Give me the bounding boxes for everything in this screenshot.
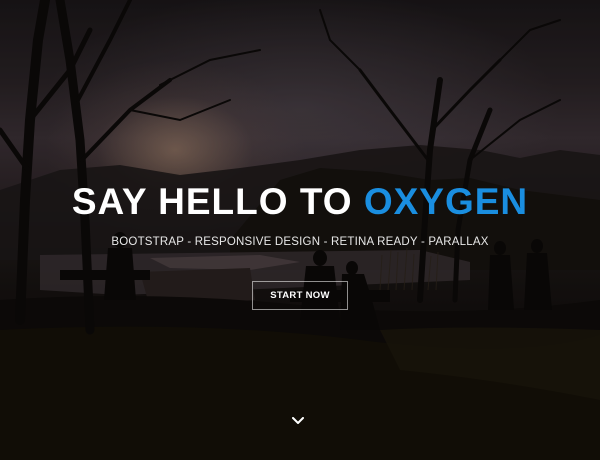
chevron-down-icon <box>292 417 304 424</box>
dark-overlay <box>0 0 600 460</box>
hero-tagline: BOOTSTRAP - RESPONSIVE DESIGN - RETINA R… <box>111 236 489 248</box>
scroll-down-button[interactable] <box>290 414 306 428</box>
hero-headline: SAY HELLO TO OXYGEN <box>0 180 600 224</box>
headline-accent-text: OXYGEN <box>363 181 529 222</box>
hero-section: SAY HELLO TO OXYGEN BOOTSTRAP - RESPONSI… <box>0 0 600 460</box>
start-now-button[interactable]: START NOW <box>252 281 348 310</box>
headline-main-text: SAY HELLO TO <box>71 181 364 222</box>
